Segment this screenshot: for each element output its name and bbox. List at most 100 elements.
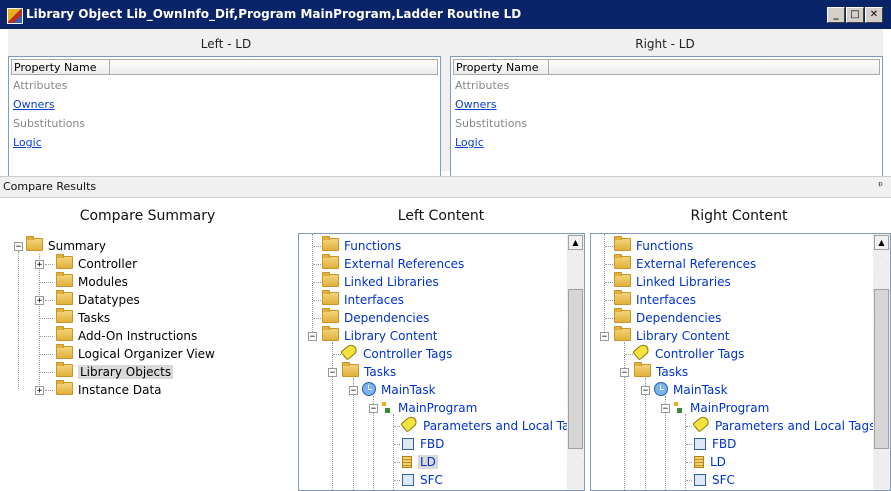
instance-data-expander[interactable]: + xyxy=(35,386,44,396)
tree-node-summary[interactable]: Summary xyxy=(26,236,106,254)
folder-icon xyxy=(322,272,339,287)
sfc-icon xyxy=(402,474,414,486)
folder-icon xyxy=(342,362,359,377)
right-node-tasks[interactable]: Tasks xyxy=(634,362,688,380)
right-node-mainprogram[interactable]: MainProgram xyxy=(674,400,769,416)
compare-results-label: Compare Results xyxy=(3,180,97,193)
folder-icon xyxy=(614,308,631,323)
folder-icon xyxy=(614,290,631,305)
left-node-fbd[interactable]: FBD xyxy=(402,436,444,452)
folder-icon xyxy=(322,326,339,341)
close-button[interactable]: ✕ xyxy=(865,7,883,23)
right-side-header: Right - LD xyxy=(635,37,695,51)
property-compare-area: Left - LD Right - LD Property Name Attri… xyxy=(8,29,883,194)
left-node-external-references[interactable]: External References xyxy=(322,254,464,272)
left-node-ld[interactable]: LD xyxy=(402,454,438,470)
right-node-parameters-local-tags[interactable]: Parameters and Local Tags xyxy=(692,414,875,434)
right-mainprogram-expander[interactable]: − xyxy=(661,404,670,414)
left-property-list[interactable]: Property Name Attributes Owners Substitu… xyxy=(8,56,441,194)
left-node-tasks[interactable]: Tasks xyxy=(342,362,396,380)
left-library-content-expander[interactable]: − xyxy=(308,332,317,342)
minimize-button[interactable]: _ xyxy=(827,7,845,23)
folder-icon xyxy=(56,290,73,305)
left-property-attributes: Attributes xyxy=(13,79,68,92)
right-property-logic[interactable]: Logic xyxy=(455,136,484,149)
right-maintask-expander[interactable]: − xyxy=(641,386,650,396)
right-node-functions[interactable]: Functions xyxy=(614,236,693,254)
tag-icon xyxy=(632,342,651,361)
datatypes-expander[interactable]: + xyxy=(35,296,44,306)
right-node-fbd[interactable]: FBD xyxy=(694,436,736,452)
folder-icon xyxy=(322,308,339,323)
left-node-maintask[interactable]: MainTask xyxy=(362,382,436,398)
right-content-tree[interactable]: Functions External References Linked Lib… xyxy=(590,233,891,491)
left-node-controller-tags[interactable]: Controller Tags xyxy=(340,342,452,362)
controller-expander[interactable]: + xyxy=(35,260,44,270)
left-node-functions[interactable]: Functions xyxy=(322,236,401,254)
folder-icon xyxy=(322,254,339,269)
tree-node-tasks[interactable]: Tasks xyxy=(56,308,110,326)
scroll-up-arrow-icon[interactable]: ▲ xyxy=(874,235,889,250)
left-tasks-expander[interactable]: − xyxy=(328,368,337,378)
left-property-name-column[interactable]: Property Name xyxy=(11,59,110,75)
tree-node-controller[interactable]: Controller xyxy=(56,254,137,272)
tree-node-logical-organizer-view[interactable]: Logical Organizer View xyxy=(56,344,215,362)
maximize-button[interactable]: □ xyxy=(846,7,864,23)
right-property-owners[interactable]: Owners xyxy=(455,98,497,111)
tag-icon xyxy=(400,414,419,433)
tree-node-library-objects[interactable]: Library Objects xyxy=(56,362,174,380)
right-property-attributes: Attributes xyxy=(455,79,510,92)
scroll-thumb[interactable] xyxy=(874,289,889,449)
right-property-substitutions: Substitutions xyxy=(455,117,528,130)
right-node-interfaces[interactable]: Interfaces xyxy=(614,290,696,308)
left-node-parameters-local-tags[interactable]: Parameters and Local Tags xyxy=(400,414,583,434)
left-node-mainprogram[interactable]: MainProgram xyxy=(382,400,477,416)
left-property-owners[interactable]: Owners xyxy=(13,98,55,111)
left-property-substitutions: Substitutions xyxy=(13,117,86,130)
right-tasks-expander[interactable]: − xyxy=(620,368,629,378)
tree-node-add-on-instructions[interactable]: Add-On Instructions xyxy=(56,326,197,344)
left-maintask-expander[interactable]: − xyxy=(349,386,358,396)
program-icon xyxy=(674,402,683,414)
left-column-header-filler xyxy=(110,59,438,75)
right-node-ld[interactable]: LD xyxy=(694,454,726,470)
app-icon xyxy=(7,8,23,24)
left-node-linked-libraries[interactable]: Linked Libraries xyxy=(322,272,439,290)
tree-node-instance-data[interactable]: Instance Data xyxy=(56,380,162,398)
right-node-linked-libraries[interactable]: Linked Libraries xyxy=(614,272,731,290)
pin-icon[interactable]: ᵖ xyxy=(878,179,883,192)
right-property-list[interactable]: Property Name Attributes Owners Substitu… xyxy=(450,56,883,194)
ld-icon xyxy=(694,456,704,468)
folder-icon xyxy=(56,272,73,287)
folder-icon xyxy=(26,236,43,251)
left-mainprogram-expander[interactable]: − xyxy=(369,404,378,414)
right-node-external-references[interactable]: External References xyxy=(614,254,756,272)
left-content-scrollbar[interactable]: ▲ xyxy=(567,234,584,490)
right-library-content-expander[interactable]: − xyxy=(600,332,609,342)
tree-node-modules[interactable]: Modules xyxy=(56,272,128,290)
right-content-scrollbar[interactable]: ▲ xyxy=(873,234,890,490)
right-node-library-content[interactable]: Library Content xyxy=(614,326,730,344)
left-content-tree[interactable]: Functions External References Linked Lib… xyxy=(298,233,585,491)
left-node-library-content[interactable]: Library Content xyxy=(322,326,438,344)
left-node-sfc[interactable]: SFC xyxy=(402,472,443,488)
scroll-up-arrow-icon[interactable]: ▲ xyxy=(568,235,583,250)
right-node-maintask[interactable]: MainTask xyxy=(654,382,728,398)
right-node-controller-tags[interactable]: Controller Tags xyxy=(632,342,744,362)
right-node-sfc[interactable]: SFC xyxy=(694,472,735,488)
compare-results-bar: Compare Results ᵖ xyxy=(0,176,891,198)
left-content-header: Left Content xyxy=(397,208,485,224)
left-node-interfaces[interactable]: Interfaces xyxy=(322,290,404,308)
right-node-dependencies[interactable]: Dependencies xyxy=(614,308,721,326)
sfc-icon xyxy=(694,474,706,486)
left-node-dependencies[interactable]: Dependencies xyxy=(322,308,429,326)
summary-expander[interactable]: − xyxy=(14,242,23,252)
folder-icon xyxy=(56,380,73,395)
compare-summary-tree[interactable]: − Summary + Controller Modules + Datatyp… xyxy=(8,233,289,491)
left-property-logic[interactable]: Logic xyxy=(13,136,42,149)
program-icon xyxy=(382,402,391,414)
tree-node-datatypes[interactable]: Datatypes xyxy=(56,290,140,308)
folder-icon xyxy=(614,254,631,269)
right-property-name-column[interactable]: Property Name xyxy=(453,59,549,75)
scroll-thumb[interactable] xyxy=(568,289,583,449)
